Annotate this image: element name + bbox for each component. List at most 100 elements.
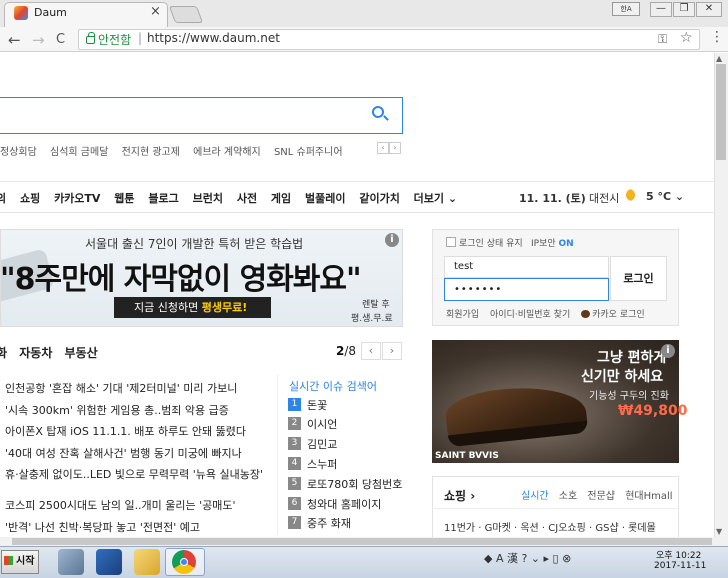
news-item[interactable]: '반격' 나선 친박·복당파 놓고 '전면전' 예고 (5, 519, 200, 535)
nav-item-shopping[interactable]: 쇼핑 (20, 192, 40, 205)
shopping-tab-soho[interactable]: 소호 (559, 491, 577, 502)
rank-keyword[interactable]: 로또780회 당첨번호 (307, 476, 402, 492)
search-input[interactable] (0, 97, 403, 134)
trend-prev-button[interactable]: ‹ (377, 142, 389, 154)
ip-security-label: IP보안 (531, 239, 556, 249)
login-button[interactable]: 로그인 (610, 256, 667, 301)
rank-keyword[interactable]: 이시언 (307, 416, 337, 432)
news-tab[interactable]: 화 (0, 346, 7, 360)
shoe-ad-headline: 신기만 하세요 (581, 369, 664, 385)
nav-item-webtoon[interactable]: 웹툰 (114, 192, 134, 205)
secure-label[interactable]: 안전함 (98, 31, 131, 48)
trend-item[interactable]: 정상회담 (0, 147, 37, 158)
nav-item-dictionary[interactable]: 사전 (237, 192, 257, 205)
url-text[interactable]: https://www.daum.net (147, 31, 280, 45)
divider (0, 212, 714, 213)
vertical-scroll-thumb[interactable] (716, 64, 726, 160)
clock-date[interactable]: 2017-11-11 (654, 561, 706, 571)
close-window-button[interactable]: ✕ (696, 2, 722, 17)
back-button[interactable]: ← (8, 31, 21, 49)
ad-info-icon[interactable]: i (661, 344, 675, 358)
news-item[interactable]: 인천공항 '혼잡 해소' 기대 '제2터미널' 미리 가보니 (5, 380, 237, 396)
rank-number: 4 (288, 457, 301, 470)
nav-item-brunch[interactable]: 브런치 (193, 192, 223, 205)
new-tab-button[interactable] (168, 6, 204, 23)
news-tab-realestate[interactable]: 부동산 (65, 346, 98, 360)
file-explorer-icon[interactable] (134, 549, 160, 575)
clock-time[interactable]: 오후 10:22 (656, 548, 701, 561)
browser-tab[interactable] (4, 2, 168, 27)
horizontal-scroll-thumb[interactable] (12, 538, 712, 545)
rank-keyword[interactable]: 중주 화재 (307, 515, 351, 531)
scroll-up-arrow-icon[interactable]: ▲ (716, 54, 722, 63)
nav-item-blog[interactable]: 블로그 (148, 192, 178, 205)
rank-keyword[interactable]: 돈꽃 (307, 397, 327, 413)
rank-keyword[interactable]: 김민교 (307, 436, 337, 452)
shopping-tab-realtime[interactable]: 실시간 (521, 491, 549, 502)
ip-security-state: ON (558, 239, 574, 249)
shopping-tab-hmall[interactable]: 현대Hmall (625, 491, 672, 502)
keep-login-checkbox[interactable] (446, 237, 456, 247)
rank-keyword[interactable]: 청와대 홈페이지 (307, 496, 381, 512)
nav-item-together[interactable]: 같이가치 (359, 192, 399, 205)
chrome-icon-center (180, 558, 188, 566)
nav-item-kakaotv[interactable]: 카카오TV (54, 192, 100, 205)
reload-button[interactable]: C (56, 32, 65, 47)
powershell-icon[interactable] (96, 549, 122, 575)
bookmark-star-icon[interactable]: ☆ (680, 30, 693, 46)
nav-item-more[interactable]: 더보기 ⌄ (414, 192, 457, 205)
server-manager-icon[interactable] (58, 549, 84, 575)
trend-next-button[interactable]: › (389, 142, 401, 154)
date-label: 11. 11. (토) (519, 192, 586, 205)
shoe-ad-brand: SAINT BVVIS (435, 451, 499, 461)
password-field[interactable]: ••••••• (444, 278, 609, 301)
realtime-title[interactable]: 실시간 이슈 검색어 (289, 378, 377, 394)
weather-location[interactable]: 대전시 (589, 190, 619, 206)
key-icon[interactable]: ⚿ (658, 32, 667, 47)
banner-cta[interactable]: 지금 신청하면 평생무료! (114, 297, 271, 318)
nav-item-game[interactable]: 게임 (271, 192, 291, 205)
scroll-down-arrow-icon[interactable]: ▼ (716, 527, 722, 536)
trend-item[interactable]: 에브라 계약해지 (193, 147, 261, 158)
news-tab-car[interactable]: 자동차 (19, 346, 52, 360)
ad-info-icon[interactable]: i (385, 233, 399, 247)
join-link[interactable]: 회원가입 (446, 310, 479, 320)
divider (432, 508, 679, 509)
nav-item-play[interactable]: 벌풀레이 (305, 192, 345, 205)
news-prev-button[interactable]: ‹ (361, 342, 381, 360)
find-account-link[interactable]: 아이디·비밀번호 찾기 (490, 310, 570, 320)
lock-icon[interactable] (86, 32, 95, 44)
news-item[interactable]: 코스피 2500시대도 남의 일..개미 울리는 '공매도' (5, 497, 236, 513)
rank-keyword[interactable]: 스누퍼 (307, 456, 337, 472)
banner-subtitle: 서울대 출신 7인이 개발한 특허 받은 학습법 (85, 237, 304, 251)
system-tray[interactable]: ◆ A 漢 ? ⌄ ▸ ▯ ⊗ (484, 550, 571, 566)
news-item[interactable]: '40대 여성 잔혹 살해사건' 범행 동기 미궁에 빠지나 (5, 445, 242, 461)
shopping-tab-specialty[interactable]: 전문샵 (587, 491, 615, 502)
news-item[interactable]: 아이폰X 탑재 iOS 11.1.1. 배포 하루도 안돼 뚫렸다 (5, 423, 246, 439)
ip-security-toggle[interactable]: IP보안 ON (531, 236, 574, 249)
shopping-malls[interactable]: 11번가 · G마켓 · 옥션 · CJ오쇼핑 · GS샵 · 롯데몰 (444, 519, 656, 534)
shopping-title[interactable]: 쇼핑 › (444, 487, 475, 504)
trend-item[interactable]: 전지현 광고제 (122, 147, 180, 158)
restore-button[interactable]: ❐ (673, 2, 695, 17)
keep-login-label[interactable]: 로그인 상태 유지 (459, 236, 523, 249)
trend-item[interactable]: 심석희 금메달 (50, 147, 108, 158)
trend-item[interactable]: SNL 슈퍼주니어 (274, 147, 343, 158)
kakao-login-link[interactable]: 카카오 로그인 (581, 310, 653, 320)
forward-button[interactable]: → (32, 31, 45, 49)
news-item[interactable]: 휴·살충제 없이도..LED 빛으로 무력무력 '뉴욕 실내농장' (5, 466, 263, 482)
news-next-button[interactable]: › (382, 342, 402, 360)
rank-number: 6 (288, 497, 301, 510)
nav-item[interactable]: 의 (0, 192, 6, 205)
rank-number: 1 (288, 398, 301, 411)
news-item[interactable]: '시속 300km' 위험한 게임용 총..범죄 악용 급증 (5, 402, 229, 418)
ime-indicator[interactable]: 한A (612, 2, 640, 16)
shopping-tabs: 실시간 소호 전문샵 현대Hmall (521, 487, 680, 502)
id-field[interactable]: test (444, 256, 609, 278)
tab-close-icon[interactable]: × (150, 4, 161, 19)
chrome-menu-icon[interactable]: ⋮ (710, 29, 724, 45)
minimize-button[interactable]: — (650, 2, 672, 17)
search-icon[interactable] (372, 106, 384, 118)
rank-number: 7 (288, 516, 301, 529)
temperature[interactable]: 5 °C ⌄ (646, 190, 684, 203)
